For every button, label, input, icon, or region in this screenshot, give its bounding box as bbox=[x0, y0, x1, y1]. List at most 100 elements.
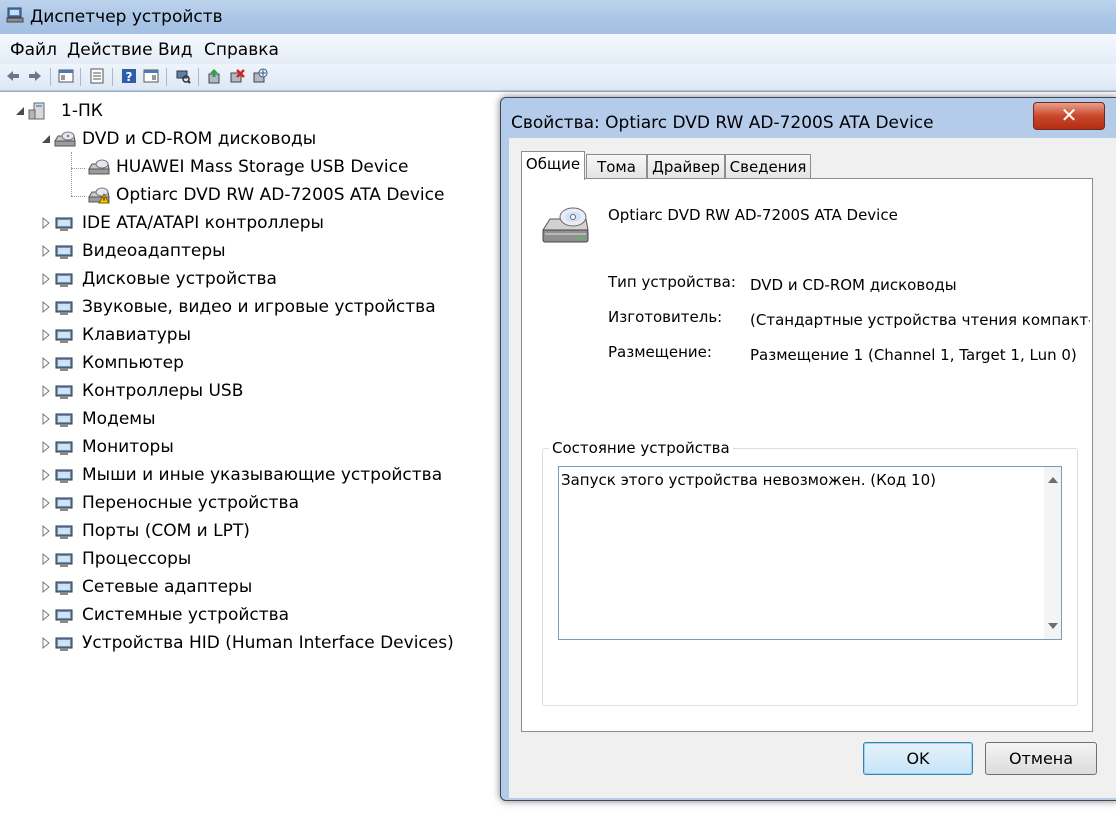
device-manager-icon bbox=[6, 7, 24, 23]
tree-category-label: Системные устройства bbox=[82, 605, 290, 625]
device-type-value: DVD и CD-ROM дисководы bbox=[750, 276, 957, 294]
forward-icon[interactable] bbox=[27, 68, 43, 84]
collapsed-arrow-icon[interactable] bbox=[40, 547, 52, 571]
toolbar-separator bbox=[166, 68, 167, 86]
computer-icon bbox=[55, 357, 73, 371]
tree-root-label: 1-ПК bbox=[61, 101, 103, 121]
cancel-button[interactable]: Отмена bbox=[985, 742, 1097, 775]
tree-node-dvd[interactable]: DVD и CD-ROM дисководы bbox=[40, 127, 340, 151]
tree-node-sound[interactable]: Звуковые, видео и игровые устройства bbox=[40, 295, 460, 319]
tree-node-network[interactable]: Сетевые адаптеры bbox=[40, 575, 460, 599]
location-label: Размещение: bbox=[608, 343, 712, 361]
collapsed-arrow-icon[interactable] bbox=[40, 435, 52, 459]
device-status-legend: Состояние устройства bbox=[549, 439, 733, 457]
back-icon[interactable] bbox=[5, 68, 21, 84]
usb-controller-icon bbox=[55, 385, 73, 399]
collapsed-arrow-icon[interactable] bbox=[40, 323, 52, 347]
tree-node-computer[interactable]: Компьютер bbox=[40, 351, 460, 375]
tree-category-label: Мыши и иные указывающие устройства bbox=[82, 465, 443, 485]
toolbar-separator bbox=[112, 68, 113, 86]
tree-category-label: Модемы bbox=[82, 409, 156, 429]
tree-node-portable[interactable]: Переносные устройства bbox=[40, 491, 460, 515]
tree-node-usb[interactable]: Контроллеры USB bbox=[40, 379, 460, 403]
tree-node-root[interactable]: 1-ПК bbox=[14, 99, 214, 123]
collapsed-arrow-icon[interactable] bbox=[40, 351, 52, 375]
tree-node-disk[interactable]: Дисковые устройства bbox=[40, 267, 460, 291]
tree-node-ports[interactable]: Порты (COM и LPT) bbox=[40, 519, 460, 543]
help-icon[interactable]: ? bbox=[121, 68, 137, 84]
tree-category-label: Звуковые, видео и игровые устройства bbox=[82, 297, 436, 317]
menu-view[interactable]: Вид bbox=[158, 40, 192, 60]
mouse-icon bbox=[55, 469, 73, 483]
port-icon bbox=[55, 525, 73, 539]
collapsed-arrow-icon[interactable] bbox=[40, 631, 52, 655]
dvd-drive-icon bbox=[54, 131, 76, 147]
tree-node-keyboards[interactable]: Клавиатуры bbox=[40, 323, 460, 347]
collapsed-arrow-icon[interactable] bbox=[40, 575, 52, 599]
device-type-label: Тип устройства: bbox=[608, 273, 736, 291]
ide-controller-icon bbox=[55, 217, 73, 231]
dvd-drive-large-icon bbox=[542, 207, 589, 243]
tree-category-label: Процессоры bbox=[82, 549, 192, 569]
expanded-arrow-icon[interactable] bbox=[14, 99, 26, 123]
tree-node-hid[interactable]: Устройства HID (Human Interface Devices) bbox=[40, 631, 460, 655]
tab-details[interactable]: Сведения bbox=[725, 154, 811, 179]
collapsed-arrow-icon[interactable] bbox=[40, 267, 52, 291]
collapsed-arrow-icon[interactable] bbox=[40, 491, 52, 515]
expanded-arrow-icon[interactable] bbox=[40, 127, 52, 151]
tree-optiarc-label: Optiarc DVD RW AD-7200S ATA Device bbox=[116, 185, 445, 205]
update-driver-icon[interactable] bbox=[206, 68, 222, 84]
toolbar-separator bbox=[50, 68, 51, 86]
scroll-up-icon[interactable] bbox=[1048, 477, 1058, 483]
tab-volumes[interactable]: Тома bbox=[586, 154, 647, 179]
display-adapter-icon bbox=[55, 245, 73, 259]
dialog-body: Общие Тома Драйвер Сведения Optiarc DVD … bbox=[509, 138, 1116, 798]
tree-category-label: IDE ATA/ATAPI контроллеры bbox=[82, 213, 324, 233]
tree-category-label: Дисковые устройства bbox=[82, 269, 277, 289]
tree-node-video[interactable]: Видеоадаптеры bbox=[40, 239, 460, 263]
collapsed-arrow-icon[interactable] bbox=[40, 603, 52, 627]
tree-node-processors[interactable]: Процессоры bbox=[40, 547, 460, 571]
menu-help[interactable]: Справка bbox=[204, 40, 279, 60]
tree-node-monitors[interactable]: Мониторы bbox=[40, 435, 460, 459]
tree-node-huawei[interactable]: HUAWEI Mass Storage USB Device bbox=[74, 155, 414, 179]
tab-general[interactable]: Общие bbox=[521, 151, 585, 180]
menu-action[interactable]: Действие bbox=[67, 40, 153, 60]
tree-node-mice[interactable]: Мыши и иные указывающие устройства bbox=[40, 463, 460, 487]
title-bar: Диспетчер устройств bbox=[0, 0, 1116, 34]
tree-category-label: Сетевые адаптеры bbox=[82, 577, 253, 597]
monitor-icon bbox=[55, 441, 73, 455]
tree-node-modems[interactable]: Модемы bbox=[40, 407, 460, 431]
ok-button[interactable]: OK bbox=[863, 742, 973, 775]
modem-icon bbox=[55, 413, 73, 427]
tree-huawei-label: HUAWEI Mass Storage USB Device bbox=[116, 157, 409, 177]
collapsed-arrow-icon[interactable] bbox=[40, 519, 52, 543]
device-status-textbox[interactable]: Запуск этого устройства невозможен. (Код… bbox=[558, 466, 1062, 640]
collapsed-arrow-icon[interactable] bbox=[40, 379, 52, 403]
device-status-text: Запуск этого устройства невозможен. (Код… bbox=[561, 471, 936, 489]
disable-icon[interactable] bbox=[252, 68, 268, 84]
tree-category-label: Контроллеры USB bbox=[82, 381, 244, 401]
tree-node-ide[interactable]: IDE ATA/ATAPI контроллеры bbox=[40, 211, 460, 235]
collapsed-arrow-icon[interactable] bbox=[40, 239, 52, 263]
keyboard-icon bbox=[55, 329, 73, 343]
tree-node-system[interactable]: Системные устройства bbox=[40, 603, 460, 627]
scroll-down-icon[interactable] bbox=[1048, 623, 1058, 629]
tree-category-label: Мониторы bbox=[82, 437, 174, 457]
collapsed-arrow-icon[interactable] bbox=[40, 211, 52, 235]
uninstall-icon[interactable] bbox=[229, 68, 245, 84]
status-scrollbar[interactable] bbox=[1044, 467, 1061, 639]
menu-file[interactable]: Файл bbox=[10, 40, 57, 60]
collapsed-arrow-icon[interactable] bbox=[40, 463, 52, 487]
tree-node-optiarc[interactable]: Optiarc DVD RW AD-7200S ATA Device bbox=[74, 183, 454, 207]
dialog-title: Свойства: Optiarc DVD RW AD-7200S ATA De… bbox=[511, 113, 934, 133]
properties-icon[interactable] bbox=[89, 68, 105, 84]
tab-driver[interactable]: Драйвер bbox=[647, 154, 725, 179]
scan-hardware-icon[interactable] bbox=[175, 68, 191, 84]
close-icon: ✕ bbox=[1060, 103, 1078, 127]
close-button[interactable]: ✕ bbox=[1033, 102, 1105, 130]
collapsed-arrow-icon[interactable] bbox=[40, 295, 52, 319]
view-icon[interactable] bbox=[143, 68, 159, 84]
show-hide-tree-icon[interactable] bbox=[58, 68, 74, 84]
collapsed-arrow-icon[interactable] bbox=[40, 407, 52, 431]
